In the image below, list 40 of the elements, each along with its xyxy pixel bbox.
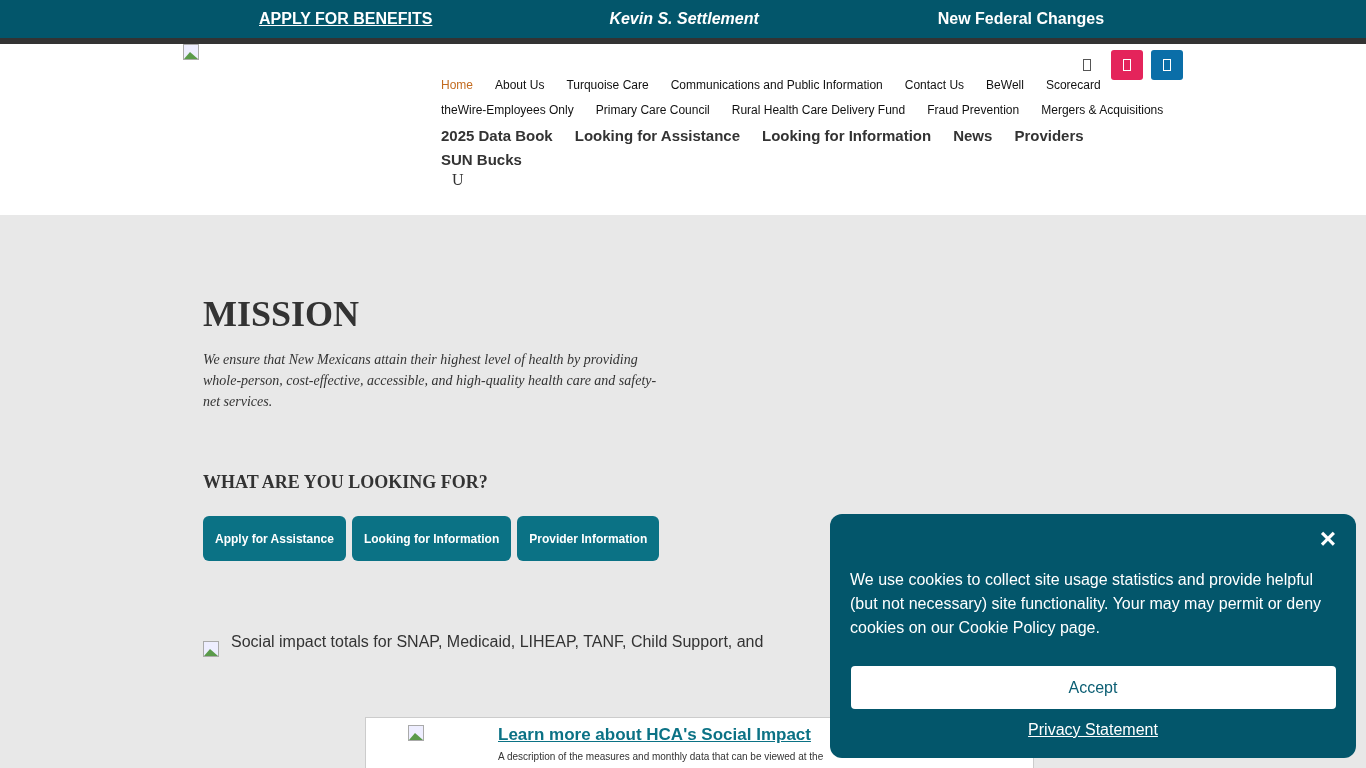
nav-link[interactable]: 2025 Data Book [441,127,553,144]
category-button[interactable]: Looking for Information [351,516,512,561]
banner-link[interactable]: Kevin S. Settlement [609,10,759,28]
nav-link[interactable]: Looking for Assistance [574,127,741,144]
accept-button[interactable]: Accept [850,666,1336,709]
broken-image-icon [183,44,199,60]
nav-link[interactable]: Rural Health Care Delivery Fund [731,102,906,117]
social-link[interactable] [1151,50,1183,80]
banner-link[interactable]: APPLY FOR BENEFITS [259,10,433,28]
nav-link[interactable]: About Us [495,77,545,92]
nav-link[interactable]: Home [441,77,473,92]
nav-link[interactable]: SUN Bucks [441,151,522,168]
nav-link[interactable]: Mergers & Acquisitions [1041,102,1164,117]
mission-heading: MISSION [203,293,361,335]
nav-link[interactable]: Scorecard [1045,77,1101,92]
section-heading: WHAT ARE YOU LOOKING FOR? [203,472,489,493]
image-alt-text: Social impact totals for SNAP, Medicaid, LIHEAP, TANF, Child Support, and [231,633,764,651]
nav-link[interactable]: Looking for Information [762,127,932,144]
close-button[interactable]: × [1319,526,1336,552]
social-link[interactable] [1111,50,1143,80]
nav-link[interactable]: Providers [1014,127,1084,144]
card-description: A description of the measures and monthly data that can be viewed at the [498,751,824,762]
mission-text: We ensure that New Mexicans attain their highest level of health by providing whole-person, cost-effective, accessible, and high-quality health care and safety-net services. [203,351,658,411]
nav-link[interactable]: Turquoise Care [566,77,649,92]
nav-link[interactable]: Communications and Public Information [670,77,883,92]
nav-link[interactable]: BeWell [986,77,1024,92]
nav-link[interactable]: Fraud Prevention [927,102,1020,117]
broken-image-icon [203,641,219,657]
category-button[interactable]: Apply for Assistance [203,516,346,561]
nav-link[interactable]: Contact Us [904,77,965,92]
broken-image-icon [408,725,424,741]
privacy-link[interactable]: Privacy Statement [1028,721,1158,739]
nav-link[interactable]: Primary Care Council [595,102,710,117]
banner-link[interactable]: New Federal Changes [937,10,1105,28]
category-button[interactable]: Provider Information [517,516,660,561]
cookie-message: We use cookies to collect site usage statistics and provide helpful (but not necessary) site functionality. Your may may permit or deny cookies on our Cookie Policy page. [850,570,1323,638]
nav-link[interactable]: News [953,127,993,144]
card-link[interactable]: Learn more about HCA's Social Impact [498,725,824,745]
nav-link[interactable]: theWire-Employees Only [441,102,574,117]
menu-toggle[interactable]: U [452,171,464,189]
